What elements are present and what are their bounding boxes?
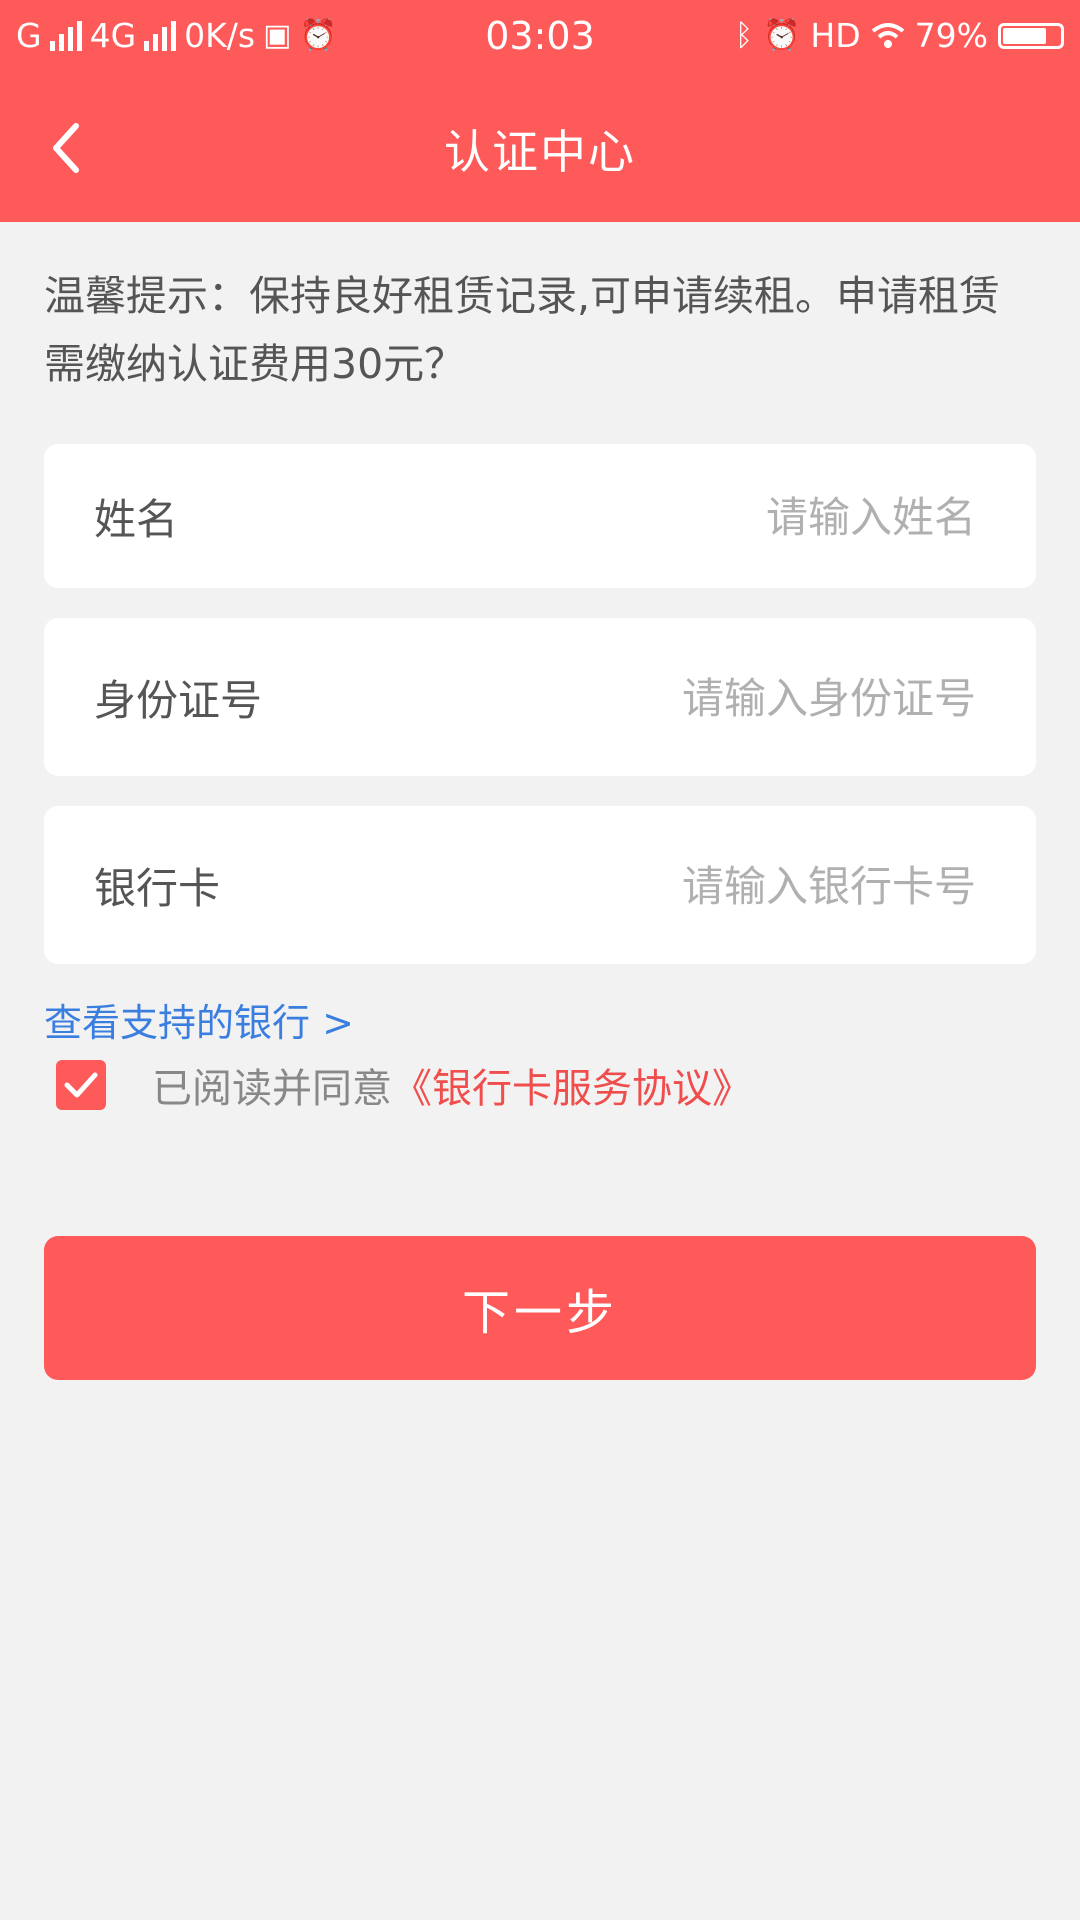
hd-label: HD [810, 16, 861, 55]
check-icon [64, 1072, 98, 1098]
agreement-text: 已阅读并同意 [152, 1066, 392, 1112]
battery-icon [998, 22, 1064, 49]
agreement-checkbox[interactable] [56, 1060, 106, 1110]
next-step-button[interactable]: 下一步 [44, 1236, 1036, 1380]
battery-percent: 79% [914, 16, 988, 55]
id-number-field[interactable]: 身份证号 [44, 618, 1036, 778]
header-bar: G 4G 0K/s ▣ ⏰ 03:03 ᛒ ⏰ HD 79% 认证中心 [0, 0, 1080, 222]
agreement-link[interactable]: 《银行卡服务协议》 [392, 1056, 752, 1114]
page-title: 认证中心 [444, 125, 636, 179]
alarm-icon-right: ⏰ [763, 18, 801, 53]
bank-card-label: 银行卡 [94, 863, 221, 913]
name-field[interactable]: 姓名 [44, 444, 1036, 590]
name-input[interactable] [414, 444, 978, 590]
bluetooth-icon: ᛒ [735, 18, 754, 53]
warm-tip-text: 温馨提示：保持良好租赁记录,可申请续租。申请租赁需缴纳认证费用30元？ [44, 272, 1001, 388]
wifi-icon [871, 22, 904, 48]
bank-card-field[interactable]: 银行卡 [44, 806, 1036, 966]
bank-card-input[interactable] [414, 806, 978, 966]
id-number-label: 身份证号 [94, 675, 263, 725]
nav-bar: 认证中心 [0, 74, 1080, 222]
name-label: 姓名 [94, 494, 179, 544]
id-number-input[interactable] [414, 618, 978, 778]
agreement-row: 已阅读并同意 《银行卡服务协议》 [56, 1058, 752, 1112]
supported-banks-link[interactable]: 查看支持的银行 > [44, 992, 354, 1047]
status-bar: G 4G 0K/s ▣ ⏰ 03:03 ᛒ ⏰ HD 79% [0, 0, 1080, 74]
